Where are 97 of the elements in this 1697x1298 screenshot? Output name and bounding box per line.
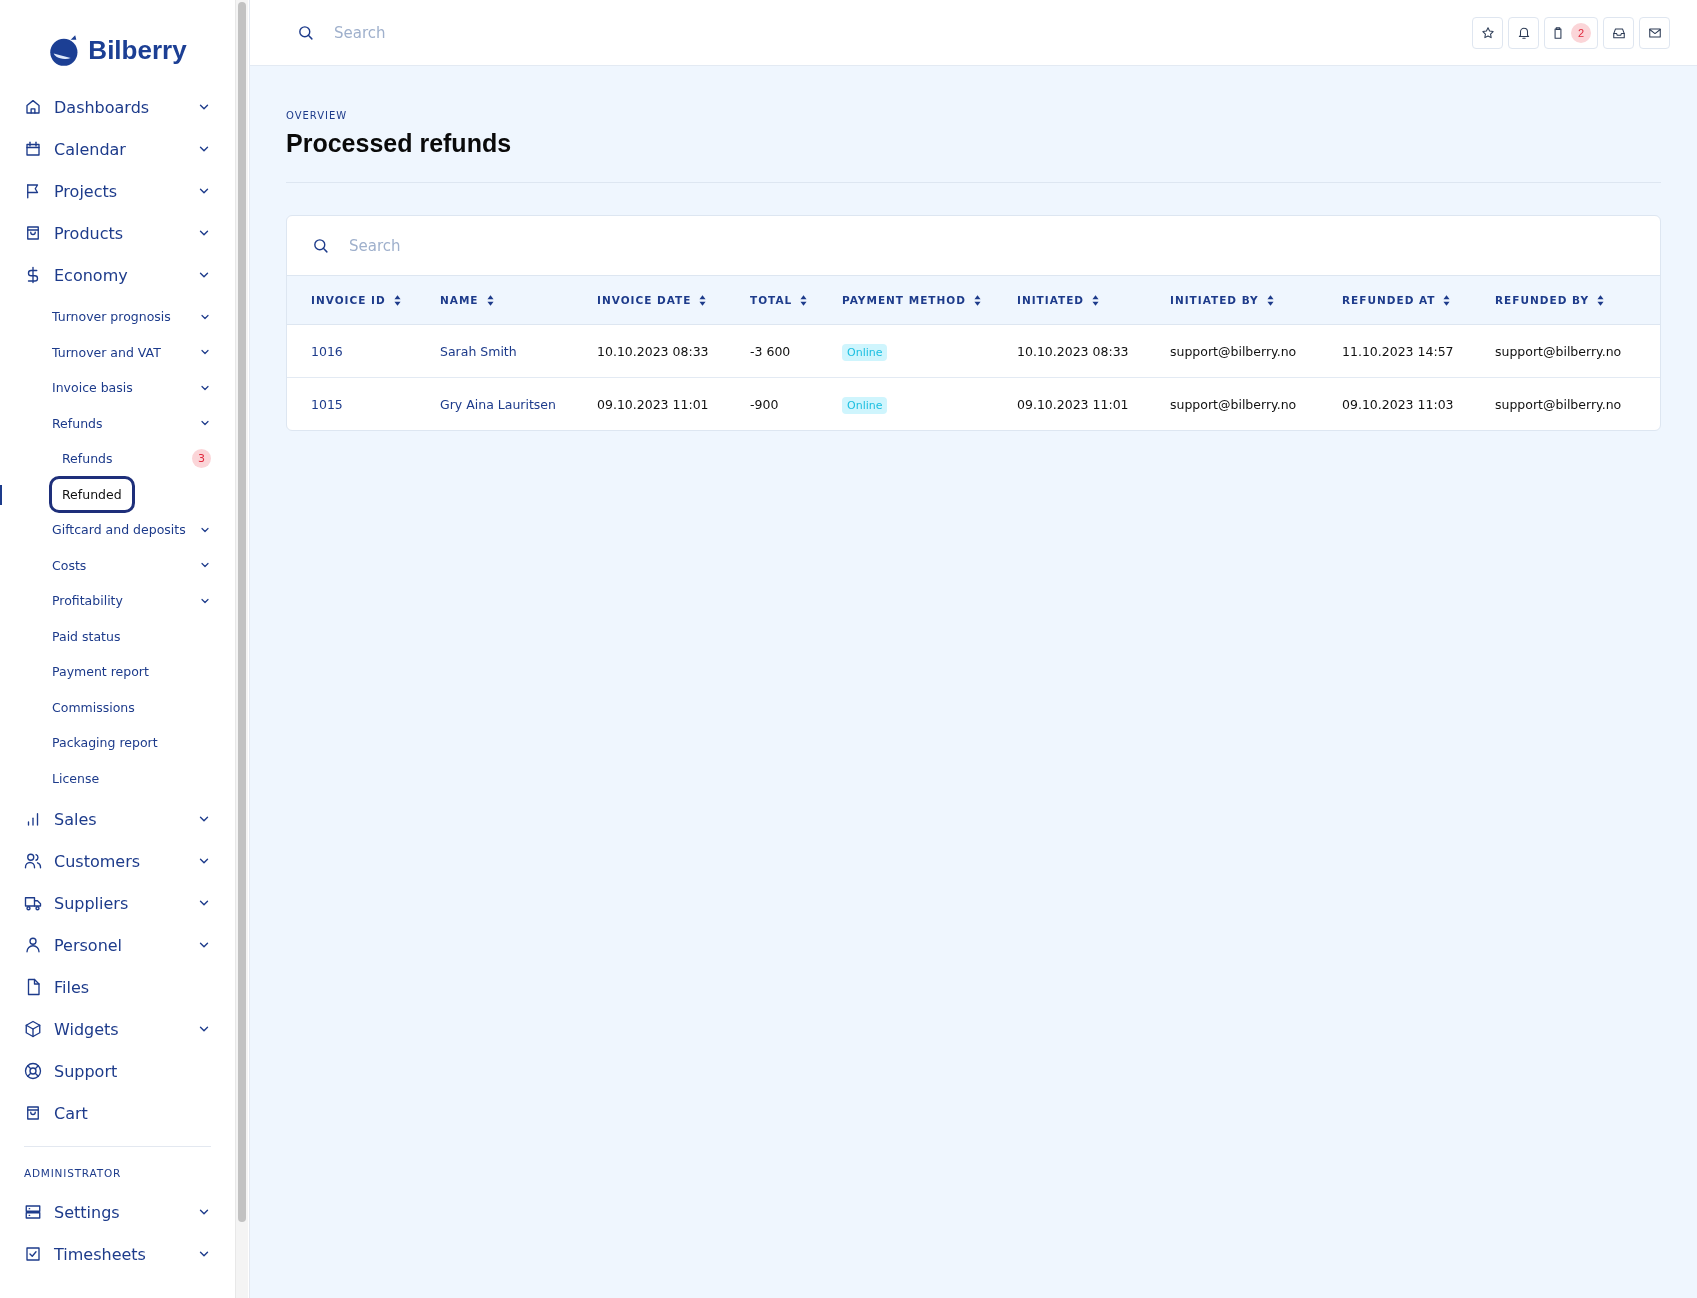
nav-subitem[interactable]: Invoice basis	[52, 370, 211, 406]
table-cell: 10.10.2023 08:33	[1017, 343, 1129, 359]
inbox-icon	[1611, 25, 1626, 40]
search-field[interactable]: Search	[332, 22, 636, 43]
cube-icon	[24, 1020, 42, 1038]
table-cell: support@bilberry.no	[1495, 396, 1622, 412]
inbox-button[interactable]	[1603, 16, 1634, 49]
nav-item[interactable]: Timesheets	[24, 1233, 211, 1275]
column-header[interactable]: REFUNDED AT	[1342, 294, 1436, 306]
users-icon	[24, 852, 42, 870]
page-eyebrow: OVERVIEW	[286, 110, 349, 121]
nav-subitem[interactable]: License	[52, 760, 211, 796]
nav-subitem[interactable]: Packaging report	[52, 725, 211, 761]
nav-item[interactable]: Calendar	[24, 128, 211, 170]
table-cell: 11.10.2023 14:57	[1342, 343, 1454, 359]
mail-button[interactable]	[1639, 16, 1670, 49]
lifebuoy-icon	[24, 1062, 42, 1080]
column-header[interactable]: TOTAL	[750, 294, 793, 306]
notifications-icon	[1516, 25, 1531, 40]
nav-subitem[interactable]: Refunds	[52, 405, 211, 441]
nav-item[interactable]: Widgets	[24, 1008, 211, 1050]
table-cell: 10.10.2023 08:33	[597, 343, 709, 359]
search-field[interactable]: Search	[347, 235, 651, 256]
checkbox-icon	[24, 1245, 42, 1263]
column-header[interactable]: INITIATED BY	[1170, 294, 1259, 306]
nav-item[interactable]: Projects	[24, 170, 211, 212]
table-cell: -900	[750, 396, 779, 412]
sort-icon[interactable]	[800, 294, 808, 306]
sort-icon[interactable]	[973, 294, 981, 306]
clipboard-icon	[1551, 25, 1565, 40]
nav-subitem[interactable]: Refunds	[49, 440, 126, 478]
sort-icon[interactable]	[1443, 294, 1451, 306]
nav-item[interactable]: Dashboards	[24, 86, 211, 128]
notifications-button[interactable]	[1508, 16, 1539, 49]
nav-item[interactable]: Files	[24, 966, 211, 1008]
nav-subitem[interactable]: Refunded	[49, 475, 135, 513]
table-cell: -3 600	[750, 343, 791, 359]
shopping-bag-icon	[24, 1104, 42, 1122]
search-icon	[297, 24, 314, 41]
table-cell: support@bilberry.no	[1170, 396, 1297, 412]
mail-icon	[1647, 25, 1662, 40]
count-badge: 2	[1571, 22, 1591, 43]
nav-item[interactable]: Cart	[24, 1092, 211, 1134]
table-cell: support@bilberry.no	[1170, 343, 1297, 359]
table-cell: 09.10.2023 11:01	[1017, 396, 1129, 412]
clipboard-button[interactable]: 2	[1544, 16, 1598, 49]
nav-subitem[interactable]: Payment report	[52, 654, 211, 690]
table-link[interactable]: Gry Aina Lauritsen	[440, 396, 556, 412]
column-header[interactable]: INITIATED	[1017, 294, 1085, 306]
sort-icon[interactable]	[699, 294, 707, 306]
column-header[interactable]: INVOICE ID	[311, 294, 386, 306]
nav-subitem[interactable]: Profitability	[52, 583, 211, 619]
nav-item[interactable]: Customers	[24, 840, 211, 882]
payment-tag: Online	[842, 396, 888, 414]
nav-subitem[interactable]: Turnover prognosis	[52, 299, 211, 335]
column-header[interactable]: INVOICE DATE	[597, 294, 692, 306]
nav-item[interactable]: Economy	[24, 254, 211, 296]
scrollbar[interactable]	[235, 0, 248, 1298]
logo-text: Bilberry	[88, 34, 187, 66]
nav-subitem[interactable]: Commissions	[52, 689, 211, 725]
sort-icon[interactable]	[393, 294, 401, 306]
star-button[interactable]	[1472, 16, 1503, 49]
column-header[interactable]: REFUNDED BY	[1495, 294, 1590, 306]
nav-item[interactable]: Suppliers	[24, 882, 211, 924]
table-link[interactable]: 1016	[311, 343, 343, 359]
table-cell: 09.10.2023 11:03	[1342, 396, 1454, 412]
table-cell: 09.10.2023 11:01	[597, 396, 709, 412]
column-header[interactable]: PAYMENT METHOD	[842, 294, 966, 306]
nav-item[interactable]: Personel	[24, 924, 211, 966]
search-icon	[312, 237, 329, 254]
nav-item[interactable]: Support	[24, 1050, 211, 1092]
table-link[interactable]: Sarah Smith	[440, 343, 517, 359]
nav-item[interactable]: Settings	[24, 1191, 211, 1233]
server-icon	[24, 1203, 42, 1221]
section-label: ADMINISTRATOR	[24, 1166, 123, 1181]
nav-subitem[interactable]: Costs	[52, 547, 211, 583]
table-cell: support@bilberry.no	[1495, 343, 1622, 359]
nav-item[interactable]: Products	[24, 212, 211, 254]
nav-subitem[interactable]: Giftcard and deposits	[52, 512, 211, 548]
house-icon	[24, 98, 42, 116]
page-title: Processed refunds	[286, 129, 513, 158]
nav-item[interactable]: Sales	[24, 798, 211, 840]
truck-icon	[24, 894, 42, 912]
user-icon	[24, 936, 42, 954]
star-icon	[1480, 25, 1495, 40]
sort-icon[interactable]	[486, 294, 494, 306]
column-header[interactable]: NAME	[440, 294, 479, 306]
count-badge: 3	[192, 449, 211, 469]
shopping-bag-icon	[24, 224, 42, 242]
sort-icon[interactable]	[1092, 294, 1100, 306]
table-link[interactable]: 1015	[311, 396, 343, 412]
payment-tag: Online	[842, 343, 888, 361]
sort-icon[interactable]	[1266, 294, 1274, 306]
calendar-icon	[24, 140, 42, 158]
sort-icon[interactable]	[1597, 294, 1605, 306]
nav-subitem[interactable]: Turnover and VAT	[52, 334, 211, 370]
nav-subitem[interactable]: Paid status	[52, 618, 211, 654]
